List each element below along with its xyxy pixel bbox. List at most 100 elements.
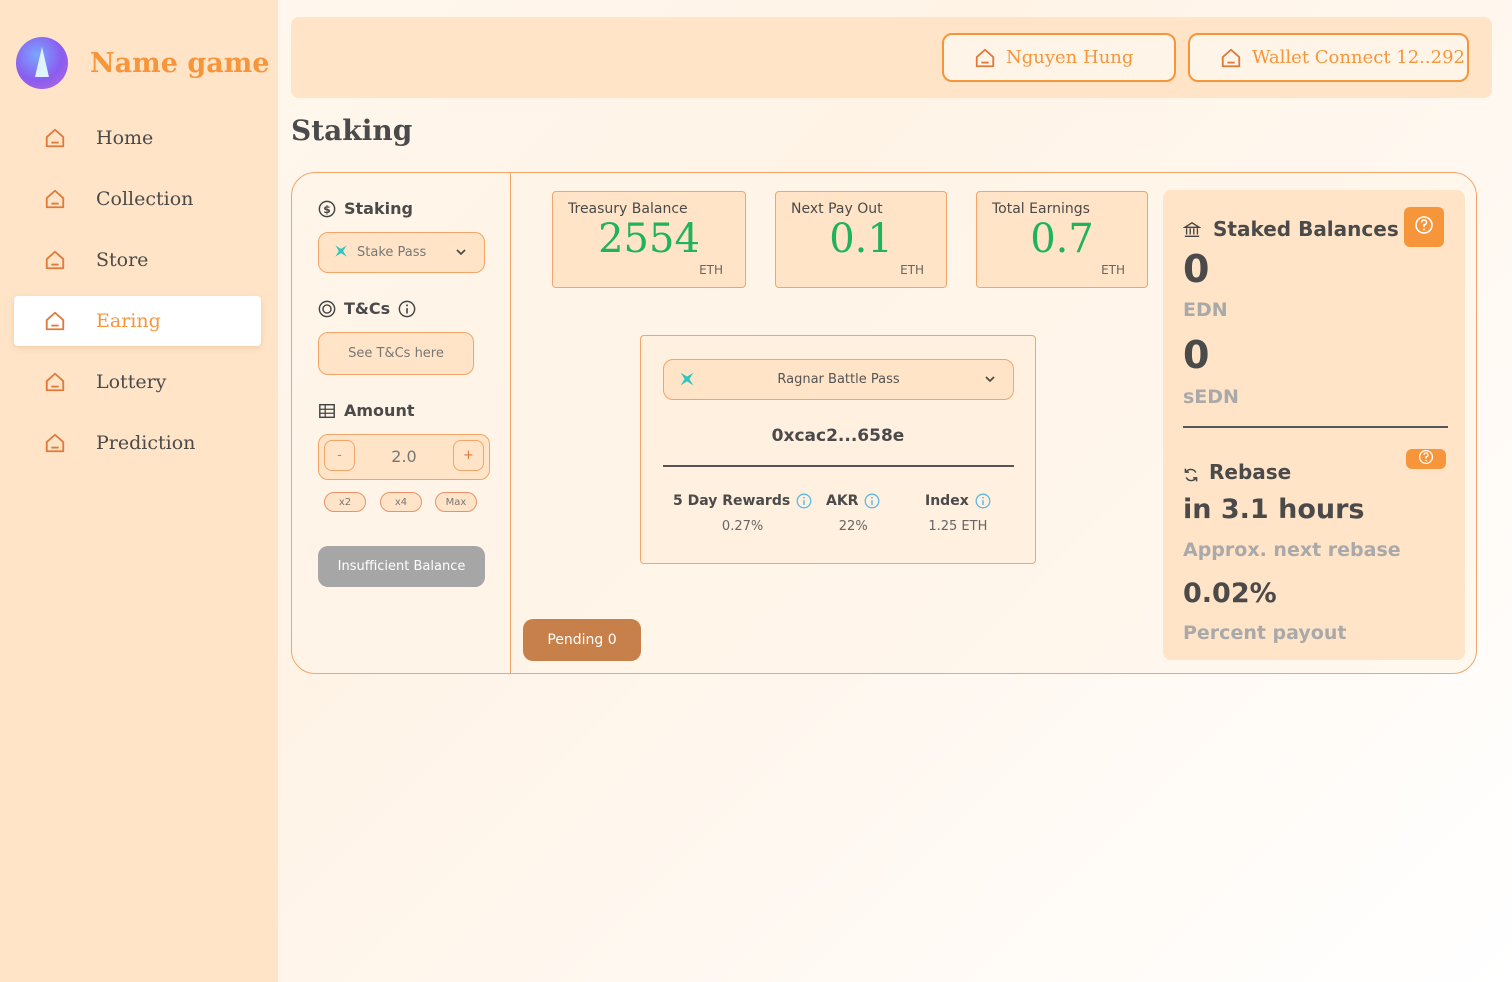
treasury-balance-card: Treasury Balance 2554 ETH <box>552 191 746 288</box>
dollar-circle-icon: $ <box>318 200 336 218</box>
metric-label: AKR <box>826 493 859 509</box>
star-icon <box>333 243 349 263</box>
chevron-down-icon <box>454 245 468 259</box>
metric-value: 22% <box>838 519 868 534</box>
logo <box>16 37 68 89</box>
rebase-time: in 3.1 hours <box>1183 494 1365 525</box>
battle-pass-select[interactable]: Ragnar Battle Pass <box>663 359 1014 400</box>
stat-title: Total Earnings <box>992 201 1090 217</box>
multiplier-max-button[interactable]: Max <box>435 492 477 512</box>
bank-icon <box>1182 220 1202 238</box>
sidebar: Name game Home Collection Store Earing L… <box>0 0 278 982</box>
stat-title: Treasury Balance <box>568 201 688 217</box>
edn-label: EDN <box>1183 299 1228 321</box>
metric-5-day-rewards: 5 Day Rewards 0.27% <box>673 493 812 534</box>
multiplier-x4-button[interactable]: x4 <box>380 492 422 512</box>
divider <box>1183 426 1448 428</box>
sidebar-item-label: Lottery <box>96 371 167 393</box>
rebase-heading: Rebase <box>1183 460 1291 484</box>
sidebar-item-label: Prediction <box>96 432 196 454</box>
home-icon <box>44 310 66 332</box>
amount-heading-label: Amount <box>344 401 415 420</box>
stat-value: 0.7 <box>1030 216 1094 262</box>
info-icon[interactable] <box>975 493 991 509</box>
page-title: Staking <box>291 114 413 147</box>
user-button[interactable]: Nguyen Hung <box>942 33 1176 82</box>
user-button-label: Nguyen Hung <box>1006 47 1134 68</box>
help-icon <box>1418 449 1434 469</box>
chevron-down-icon <box>983 372 997 386</box>
home-icon <box>44 432 66 454</box>
tcs-heading: T&Cs <box>318 299 424 318</box>
staking-card: $ Staking Stake Pass T&Cs See T&Cs here … <box>291 172 1477 674</box>
sidebar-item-earing[interactable]: Earing <box>14 296 261 346</box>
amount-heading: Amount <box>318 401 414 420</box>
staked-balances-label: Staked Balances <box>1213 217 1399 241</box>
multiplier-x2-button[interactable]: x2 <box>324 492 366 512</box>
target-icon <box>318 300 336 318</box>
amount-stepper: - 2.0 + <box>318 434 490 480</box>
rebase-percent: 0.02% <box>1183 578 1277 609</box>
sidebar-item-label: Store <box>96 249 149 271</box>
home-icon <box>44 188 66 210</box>
sidebar-item-collection[interactable]: Collection <box>14 174 261 224</box>
stat-title: Next Pay Out <box>791 201 883 217</box>
tcs-heading-label: T&Cs <box>344 299 391 318</box>
rebase-time-label: Approx. next rebase <box>1183 539 1401 561</box>
sidebar-item-store[interactable]: Store <box>14 235 261 285</box>
rebase-percent-label: Percent payout <box>1183 622 1347 644</box>
info-icon[interactable] <box>398 300 416 318</box>
refresh-icon <box>1183 464 1199 482</box>
metric-value: 0.27% <box>721 519 764 534</box>
stat-unit: ETH <box>1101 263 1125 277</box>
stat-value: 0.1 <box>829 216 893 262</box>
info-icon[interactable] <box>796 493 812 509</box>
home-icon <box>974 47 996 69</box>
battle-pass-panel: Ragnar Battle Pass 0xcac2...658e 5 Day R… <box>640 335 1036 564</box>
help-icon <box>1414 215 1434 239</box>
topbar: Nguyen Hung Wallet Connect 12..292 <box>291 17 1492 98</box>
home-icon <box>44 127 66 149</box>
metric-label: Index <box>925 493 969 509</box>
svg-text:$: $ <box>323 203 331 216</box>
rebase-help-button[interactable] <box>1406 449 1446 469</box>
metric-value: 1.25 ETH <box>928 519 988 534</box>
battle-pass-value: Ragnar Battle Pass <box>777 372 900 387</box>
sedn-label: sEDN <box>1183 386 1239 408</box>
brand-name: Name game <box>90 47 270 79</box>
table-icon <box>318 402 336 420</box>
sidebar-item-home[interactable]: Home <box>14 113 261 163</box>
sidebar-item-prediction[interactable]: Prediction <box>14 418 261 468</box>
home-icon <box>44 249 66 271</box>
wallet-connect-button[interactable]: Wallet Connect 12..292 <box>1188 33 1469 82</box>
pending-button[interactable]: Pending 0 <box>523 619 641 661</box>
staked-help-button[interactable] <box>1404 207 1444 247</box>
sedn-value: 0 <box>1183 333 1210 377</box>
edn-value: 0 <box>1183 247 1210 291</box>
stat-value: 2554 <box>598 216 700 262</box>
stat-unit: ETH <box>900 263 924 277</box>
sidebar-nav: Home Collection Store Earing Lottery Pre… <box>14 113 261 479</box>
rebase-label: Rebase <box>1209 460 1292 484</box>
stake-pass-value: Stake Pass <box>357 245 427 260</box>
sidebar-item-label: Home <box>96 127 154 149</box>
metric-label: 5 Day Rewards <box>673 493 791 509</box>
wallet-button-label: Wallet Connect 12..292 <box>1252 47 1465 68</box>
staking-heading: $ Staking <box>318 199 413 218</box>
metric-index: Index 1.25 ETH <box>925 493 991 534</box>
staked-balances-panel: Staked Balances 0 EDN 0 sEDN Rebase in 3… <box>1163 190 1465 660</box>
staked-balances-heading: Staked Balances <box>1182 217 1399 241</box>
metric-akr: AKR 22% <box>826 493 880 534</box>
see-tcs-button[interactable]: See T&Cs here <box>318 332 474 375</box>
divider <box>663 465 1014 467</box>
insufficient-balance-button[interactable]: Insufficient Balance <box>318 546 485 587</box>
info-icon[interactable] <box>864 493 880 509</box>
increment-button[interactable]: + <box>453 440 484 471</box>
stat-unit: ETH <box>699 263 723 277</box>
total-earnings-card: Total Earnings 0.7 ETH <box>976 191 1148 288</box>
staking-form: $ Staking Stake Pass T&Cs See T&Cs here … <box>292 173 511 673</box>
home-icon <box>1220 47 1242 69</box>
sidebar-item-lottery[interactable]: Lottery <box>14 357 261 407</box>
staking-heading-label: Staking <box>344 199 413 218</box>
stake-pass-select[interactable]: Stake Pass <box>318 232 485 273</box>
